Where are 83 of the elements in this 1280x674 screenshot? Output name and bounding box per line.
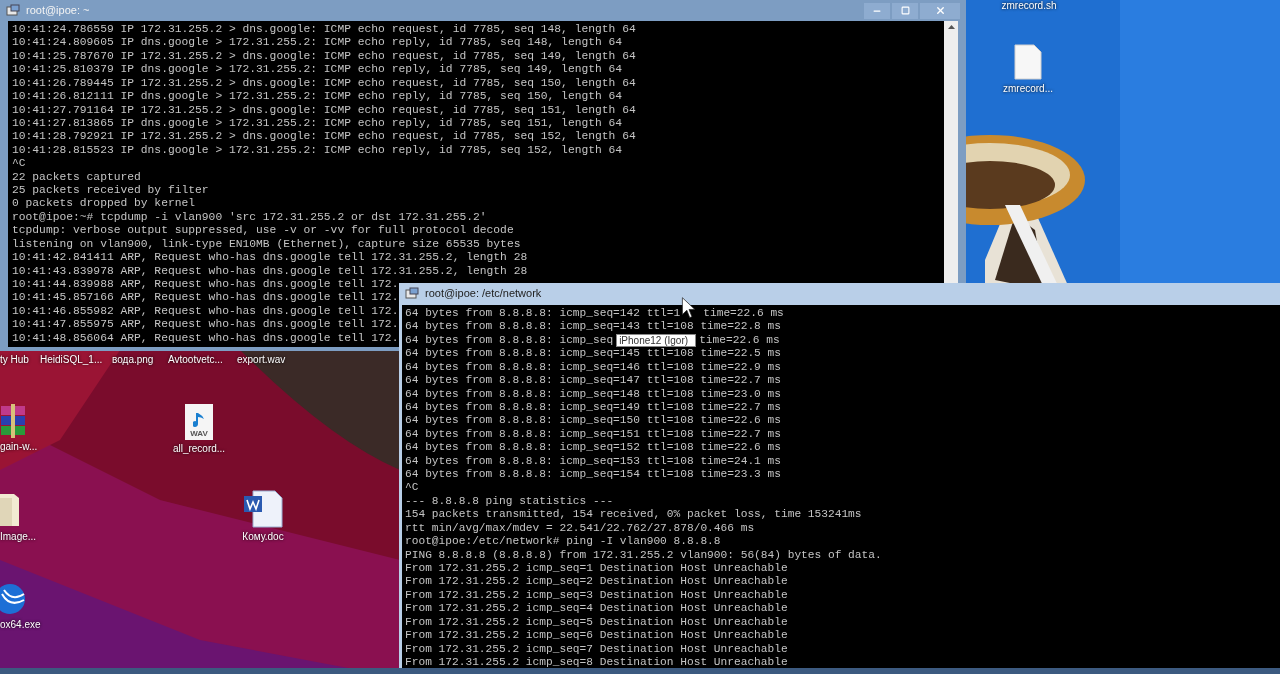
terminal-line: 10:41:28.792921 IP 172.31.255.2 > dns.google: ICMP echo request, id 7785, seq 152, length 64 <box>12 130 636 144</box>
desktop-icon-label[interactable]: HeidiSQL_1... <box>40 354 103 366</box>
terminal-line: From 172.31.255.2 icmp_seq=4 Destination Host Unreachable <box>405 602 788 616</box>
desktop-icon-label[interactable]: all_record... <box>172 443 226 455</box>
terminal-line: 10:41:28.815523 IP dns.google > 172.31.255.2: ICMP echo reply, id 7785, seq 152, length 64 <box>12 143 623 158</box>
folder-icon <box>0 492 20 528</box>
file-icon <box>1014 44 1042 80</box>
terminal-line: time=22.6 ms <box>703 307 784 321</box>
terminal-line: 64 bytes from 8.8.8.8: icmp_seq=149 ttl=108 time=22.7 ms <box>405 400 781 415</box>
terminal-line: 0 packets dropped by kernel <box>12 197 196 211</box>
app-icon <box>0 582 26 616</box>
terminal-line: 10:41:24.809605 IP dns.google > 172.31.255.2: ICMP echo reply, id 7785, seq 148, length 64 <box>12 36 623 50</box>
desktop-icon-label[interactable]: export.wav <box>237 354 286 366</box>
audio-file-icon: WAV <box>185 404 213 440</box>
desktop-icon-label[interactable]: ty Hub <box>0 354 29 366</box>
maximize-button[interactable] <box>892 2 918 19</box>
terminal-line: 154 packets transmitted, 154 received, 0% packet loss, time 153241ms <box>405 508 862 522</box>
terminal-line: time=22.6 ms <box>699 333 780 348</box>
desktop-icon-label[interactable]: Image... <box>0 531 37 543</box>
terminal-line: 22 packets captured <box>12 170 141 185</box>
terminal-line: From 172.31.255.2 icmp_seq=8 Destination Host Unreachable <box>405 655 788 668</box>
terminal-line: 64 bytes from 8.8.8.8: icmp_seq=142 ttl=1 <box>405 307 681 321</box>
terminal-line: 10:41:46.855982 ARP, Request who-has dns.google tell 172. <box>12 304 399 319</box>
terminal-line: 64 bytes from 8.8.8.8: icmp_seq=151 ttl=108 time=22.7 ms <box>405 427 781 442</box>
terminal-icon <box>6 3 20 18</box>
terminal-line: 10:41:24.786559 IP 172.31.255.2 > dns.google: ICMP echo request, id 7785, seq 148, length 64 <box>12 23 636 37</box>
terminal-line: rtt min/avg/max/mdev = 22.541/22.762/27.878/0.466 ms <box>405 521 755 536</box>
terminal-line: From 172.31.255.2 icmp_seq=3 Destination Host Unreachable <box>405 588 788 603</box>
terminal-line: 64 bytes from 8.8.8.8: icmp_seq=146 ttl=108 time=22.9 ms <box>405 360 781 375</box>
terminal-line: 10:41:48.856064 ARP, Request who-has dns.google tell 172. <box>12 331 399 346</box>
terminal-line: 10:41:27.813865 IP dns.google > 172.31.255.2: ICMP echo reply, id 7785, seq 151, length 64 <box>12 116 623 131</box>
terminal-line: From 172.31.255.2 icmp_seq=6 Destination Host Unreachable <box>405 629 788 643</box>
terminal-line: From 172.31.255.2 icmp_seq=7 Destination Host Unreachable <box>405 642 788 656</box>
terminal-line: 10:41:27.791164 IP 172.31.255.2 > dns.google: ICMP echo request, id 7785, seq 151, length 64 <box>12 103 636 117</box>
archive-icon <box>0 404 26 438</box>
terminal-line: 10:41:44.839988 ARP, Request who-has dns.google tell 172. <box>12 278 399 292</box>
terminal-line: root@ipoe:~# tcpdump -i vlan900 'src 172.31.255.2 or dst 172.31.255.2' <box>12 210 487 225</box>
desktop-icon-label[interactable]: Avtootvetc... <box>168 354 223 366</box>
word-document-icon <box>243 490 283 528</box>
desktop-icon-label[interactable]: вода.png <box>112 354 154 366</box>
terminal-line: listening on vlan900, link-type EN10MB (Ethernet), capture size 65535 bytes <box>12 237 521 252</box>
terminal-line: 64 bytes from 8.8.8.8: icmp_seq=152 ttl=108 time=22.6 ms <box>405 441 781 455</box>
terminal-line: 10:41:47.855975 ARP, Request who-has dns.google tell 172. <box>12 318 399 332</box>
terminal-line: 64 bytes from 8.8.8.8: icmp_seq=153 ttl=108 time=24.1 ms <box>405 454 781 469</box>
terminal-line: 10:41:42.841411 ARP, Request who-has dns.google tell 172.31.255.2, length 28 <box>12 251 528 265</box>
terminal-line: 64 bytes from 8.8.8.8: icmp_seq=148 ttl=108 time=23.0 ms <box>405 387 781 401</box>
terminal-line: 10:41:43.839978 ARP, Request who-has dns.google tell 172.31.255.2, length 28 <box>12 264 528 278</box>
terminal-line: --- 8.8.8.8 ping statistics --- <box>405 494 614 509</box>
terminal-line: From 172.31.255.2 icmp_seq=1 Destination Host Unreachable <box>405 562 788 576</box>
terminal-line: 64 bytes from 8.8.8.8: icmp_seq=150 ttl=108 time=22.6 ms <box>405 414 781 428</box>
terminal-line: 10:41:26.812111 IP dns.google > 172.31.255.2: ICMP echo reply, id 7785, seq 150, length 64 <box>12 90 623 104</box>
close-button[interactable] <box>920 2 960 19</box>
terminal-line: 10:41:25.810379 IP dns.google > 172.31.255.2: ICMP echo reply, id 7785, seq 149, length 64 <box>12 63 623 77</box>
terminal-line: 64 bytes from 8.8.8.8: icmp_seq <box>405 333 614 348</box>
terminal-icon <box>405 286 419 301</box>
terminal-line: 10:41:45.857166 ARP, Request who-has dns.google tell 172. <box>12 291 399 305</box>
terminal-line: ^C <box>405 481 419 495</box>
mouse-pointer-icon <box>681 297 697 319</box>
desktop-icon-label[interactable]: gain-w... <box>0 441 38 453</box>
scroll-up-icon[interactable] <box>947 25 955 29</box>
terminal-line: 64 bytes from 8.8.8.8: icmp_seq=145 ttl=108 time=22.5 ms <box>405 347 781 361</box>
terminal-line: From 172.31.255.2 icmp_seq=2 Destination Host Unreachable <box>405 575 788 589</box>
desktop-icon-label[interactable]: zmrecord... <box>1003 83 1053 95</box>
terminal-line: PING 8.8.8.8 (8.8.8.8) from 172.31.255.2 vlan900: 56(84) bytes of data. <box>405 548 882 562</box>
minimize-button[interactable] <box>864 2 890 19</box>
window-title: root@ipoe: /etc/network <box>425 286 542 302</box>
terminal-line: 25 packets received by filter <box>12 184 209 198</box>
terminal-line: From 172.31.255.2 icmp_seq=5 Destination Host Unreachable <box>405 615 788 630</box>
close-icon <box>934 5 946 16</box>
terminal-line: 10:41:25.787670 IP 172.31.255.2 > dns.google: ICMP echo request, id 7785, seq 149, length 64 <box>12 49 636 64</box>
window-title: root@ipoe: ~ <box>26 3 90 19</box>
desktop-icon-label[interactable]: Кому.doc <box>242 531 284 543</box>
maximize-icon <box>900 6 910 15</box>
desktop-icon-label[interactable]: zmrecord.sh <box>1001 0 1057 12</box>
terminal-line: 64 bytes from 8.8.8.8: icmp_seq=147 ttl=108 time=22.7 ms <box>405 374 781 388</box>
desktop-icon-label[interactable]: ox64.exe <box>0 619 41 631</box>
terminal-line: root@ipoe:/etc/network# ping -I vlan900 8.8.8.8 <box>405 535 721 549</box>
terminal-line: 64 bytes from 8.8.8.8: icmp_seq=154 ttl=108 time=23.3 ms <box>405 468 781 482</box>
terminal-line: tcpdump: verbose output suppressed, use -v or -vv for full protocol decode <box>12 224 514 238</box>
terminal-line: 64 bytes from 8.8.8.8: icmp_seq=143 ttl=108 time=22.8 ms <box>405 320 781 334</box>
terminal-line: ^C <box>12 157 26 171</box>
tooltip: iPhone12 (Igor) <box>616 333 697 347</box>
terminal-line: 10:41:26.789445 IP 172.31.255.2 > dns.google: ICMP echo request, id 7785, seq 150, length 64 <box>12 76 636 91</box>
